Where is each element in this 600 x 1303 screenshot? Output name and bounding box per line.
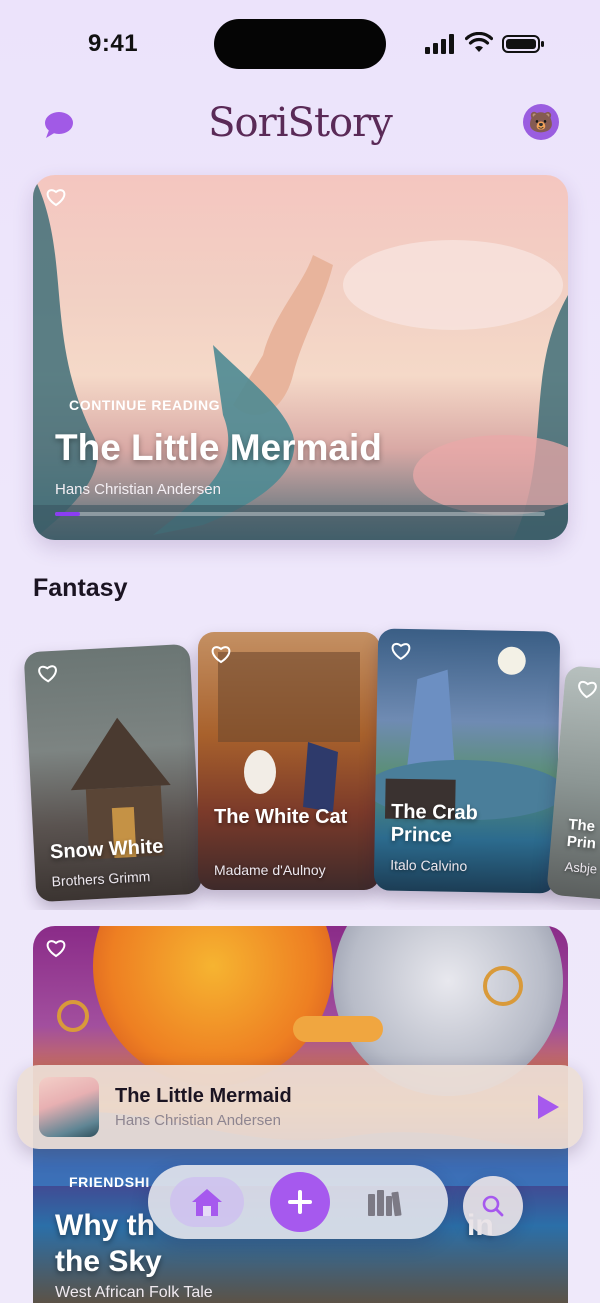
status-bar: 9:41 xyxy=(0,0,600,90)
heart-icon[interactable] xyxy=(390,641,412,661)
home-icon xyxy=(192,1189,222,1216)
play-icon[interactable] xyxy=(535,1093,561,1121)
mini-player-artwork xyxy=(39,1077,99,1137)
book-author: Madame d'Aulnoy xyxy=(214,862,326,878)
library-books-icon xyxy=(368,1190,402,1217)
continue-reading-label: CONTINUE READING xyxy=(69,397,221,413)
reading-progress-bar xyxy=(55,512,545,516)
book-author: Italo Calvino xyxy=(390,856,468,875)
heart-icon[interactable] xyxy=(210,644,232,664)
section-title-fantasy: Fantasy xyxy=(33,574,128,602)
category-label: FRIENDSHI xyxy=(69,1174,150,1190)
book-title: The White Cat xyxy=(214,806,348,828)
mini-player[interactable]: The Little Mermaid Hans Christian Anders… xyxy=(17,1065,583,1149)
story-title-line1: Why th xyxy=(55,1209,155,1242)
white-cat-cover xyxy=(218,652,360,812)
tab-bar xyxy=(148,1165,448,1239)
book-title: The Prin xyxy=(566,816,597,853)
heart-icon[interactable] xyxy=(45,187,67,207)
search-icon xyxy=(482,1195,504,1217)
book-card[interactable]: The Crab Prince Italo Calvino xyxy=(373,628,561,894)
app-logo: SoriStory xyxy=(208,100,393,146)
heart-icon[interactable] xyxy=(36,663,59,684)
book-author: Asbje xyxy=(564,858,598,877)
book-card[interactable]: Snow White Brothers Grimm xyxy=(23,643,203,903)
heart-icon[interactable] xyxy=(575,678,599,700)
book-card[interactable]: The White Cat Madame d'Aulnoy xyxy=(198,632,380,890)
cellular-signal-icon xyxy=(425,34,454,54)
mini-player-title: The Little Mermaid xyxy=(115,1085,292,1107)
plus-icon xyxy=(288,1190,312,1214)
fantasy-carousel[interactable]: Snow White Brothers Grimm The White Cat … xyxy=(0,620,600,910)
search-button[interactable] xyxy=(463,1176,523,1236)
hero-title: The Little Mermaid xyxy=(55,427,382,468)
bear-avatar-icon: 🐻 xyxy=(528,111,554,134)
crab-prince-cover xyxy=(373,646,561,821)
story-author: West African Folk Tale xyxy=(55,1284,213,1301)
reading-progress-fill xyxy=(55,512,80,516)
story-title-line2: the Sky xyxy=(55,1245,162,1278)
avatar[interactable]: 🐻 xyxy=(523,104,559,140)
add-story-button[interactable] xyxy=(270,1172,330,1232)
status-time: 9:41 xyxy=(88,30,139,57)
book-title: The Crab Prince xyxy=(390,800,478,847)
continue-reading-card[interactable]: CONTINUE READING The Little Mermaid Hans… xyxy=(33,175,568,540)
app-header: SoriStory 🐻 xyxy=(0,96,600,156)
dynamic-island xyxy=(214,19,386,69)
battery-icon xyxy=(502,35,544,53)
tab-home[interactable] xyxy=(170,1177,244,1227)
wifi-icon xyxy=(465,32,493,52)
heart-icon[interactable] xyxy=(45,938,67,958)
mini-player-author: Hans Christian Andersen xyxy=(115,1112,281,1129)
tab-library[interactable] xyxy=(362,1185,406,1221)
hero-author: Hans Christian Andersen xyxy=(55,481,221,498)
